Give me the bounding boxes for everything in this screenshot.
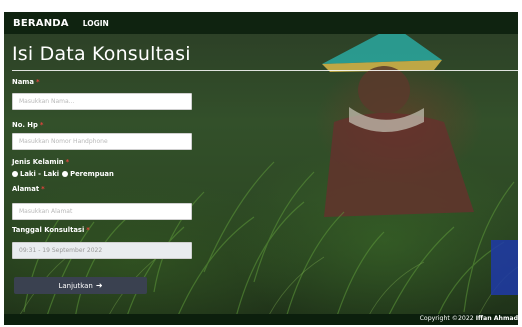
- nav-beranda-link[interactable]: BERANDA: [13, 18, 69, 29]
- gender-label: Jenis Kelamin *: [12, 158, 69, 166]
- lanjutkan-button-label: Lanjutkan: [58, 281, 93, 290]
- required-mark: *: [39, 121, 44, 129]
- lanjutkan-button[interactable]: Lanjutkan ➜: [14, 277, 147, 294]
- footer: Copyright ©2022 Iffan Ahmad: [4, 314, 518, 325]
- required-mark: *: [41, 185, 45, 193]
- nohp-input[interactable]: [12, 133, 192, 150]
- gender-option-female-label: Perempuan: [70, 170, 114, 178]
- tanggal-label-text: Tanggal Konsultasi: [12, 226, 85, 234]
- tanggal-label: Tanggal Konsultasi *: [12, 226, 90, 234]
- alamat-label: Alamat *: [12, 185, 45, 193]
- nama-input[interactable]: [12, 93, 192, 110]
- nohp-label-text: No. Hp: [12, 121, 38, 129]
- app-frame: BERANDA LOGIN Isi Data Konsultasi Nama * …: [4, 12, 518, 325]
- title-divider: [12, 70, 518, 71]
- gender-option-female[interactable]: Perempuan: [62, 170, 114, 178]
- alamat-input[interactable]: [12, 203, 192, 220]
- nama-label: Nama *: [12, 78, 40, 86]
- radio-button-icon[interactable]: [12, 171, 18, 177]
- nama-label-text: Nama: [12, 78, 34, 86]
- arrow-right-icon: ➜: [95, 281, 103, 290]
- nohp-label: No. Hp *: [12, 121, 43, 129]
- required-mark: *: [86, 226, 90, 234]
- copyright-prefix: Copyright ©2022: [419, 315, 474, 322]
- page-title: Isi Data Konsultasi: [12, 43, 191, 65]
- radio-button-icon[interactable]: [62, 171, 69, 177]
- copyright-author: Iffan Ahmad: [475, 315, 518, 322]
- top-navbar: BERANDA LOGIN: [4, 12, 518, 34]
- nav-login-link[interactable]: LOGIN: [83, 19, 109, 28]
- gender-label-text: Jenis Kelamin: [12, 158, 64, 166]
- required-mark: *: [65, 158, 70, 166]
- alamat-label-text: Alamat: [12, 185, 40, 193]
- gender-radio-group: Laki - Laki Perempuan: [12, 170, 117, 178]
- required-mark: *: [35, 78, 40, 86]
- gender-option-male[interactable]: Laki - Laki: [12, 170, 59, 178]
- tanggal-input: [12, 242, 192, 259]
- copyright-text: Copyright ©2022 Iffan Ahmad: [420, 315, 518, 322]
- gender-option-male-label: Laki - Laki: [20, 170, 60, 178]
